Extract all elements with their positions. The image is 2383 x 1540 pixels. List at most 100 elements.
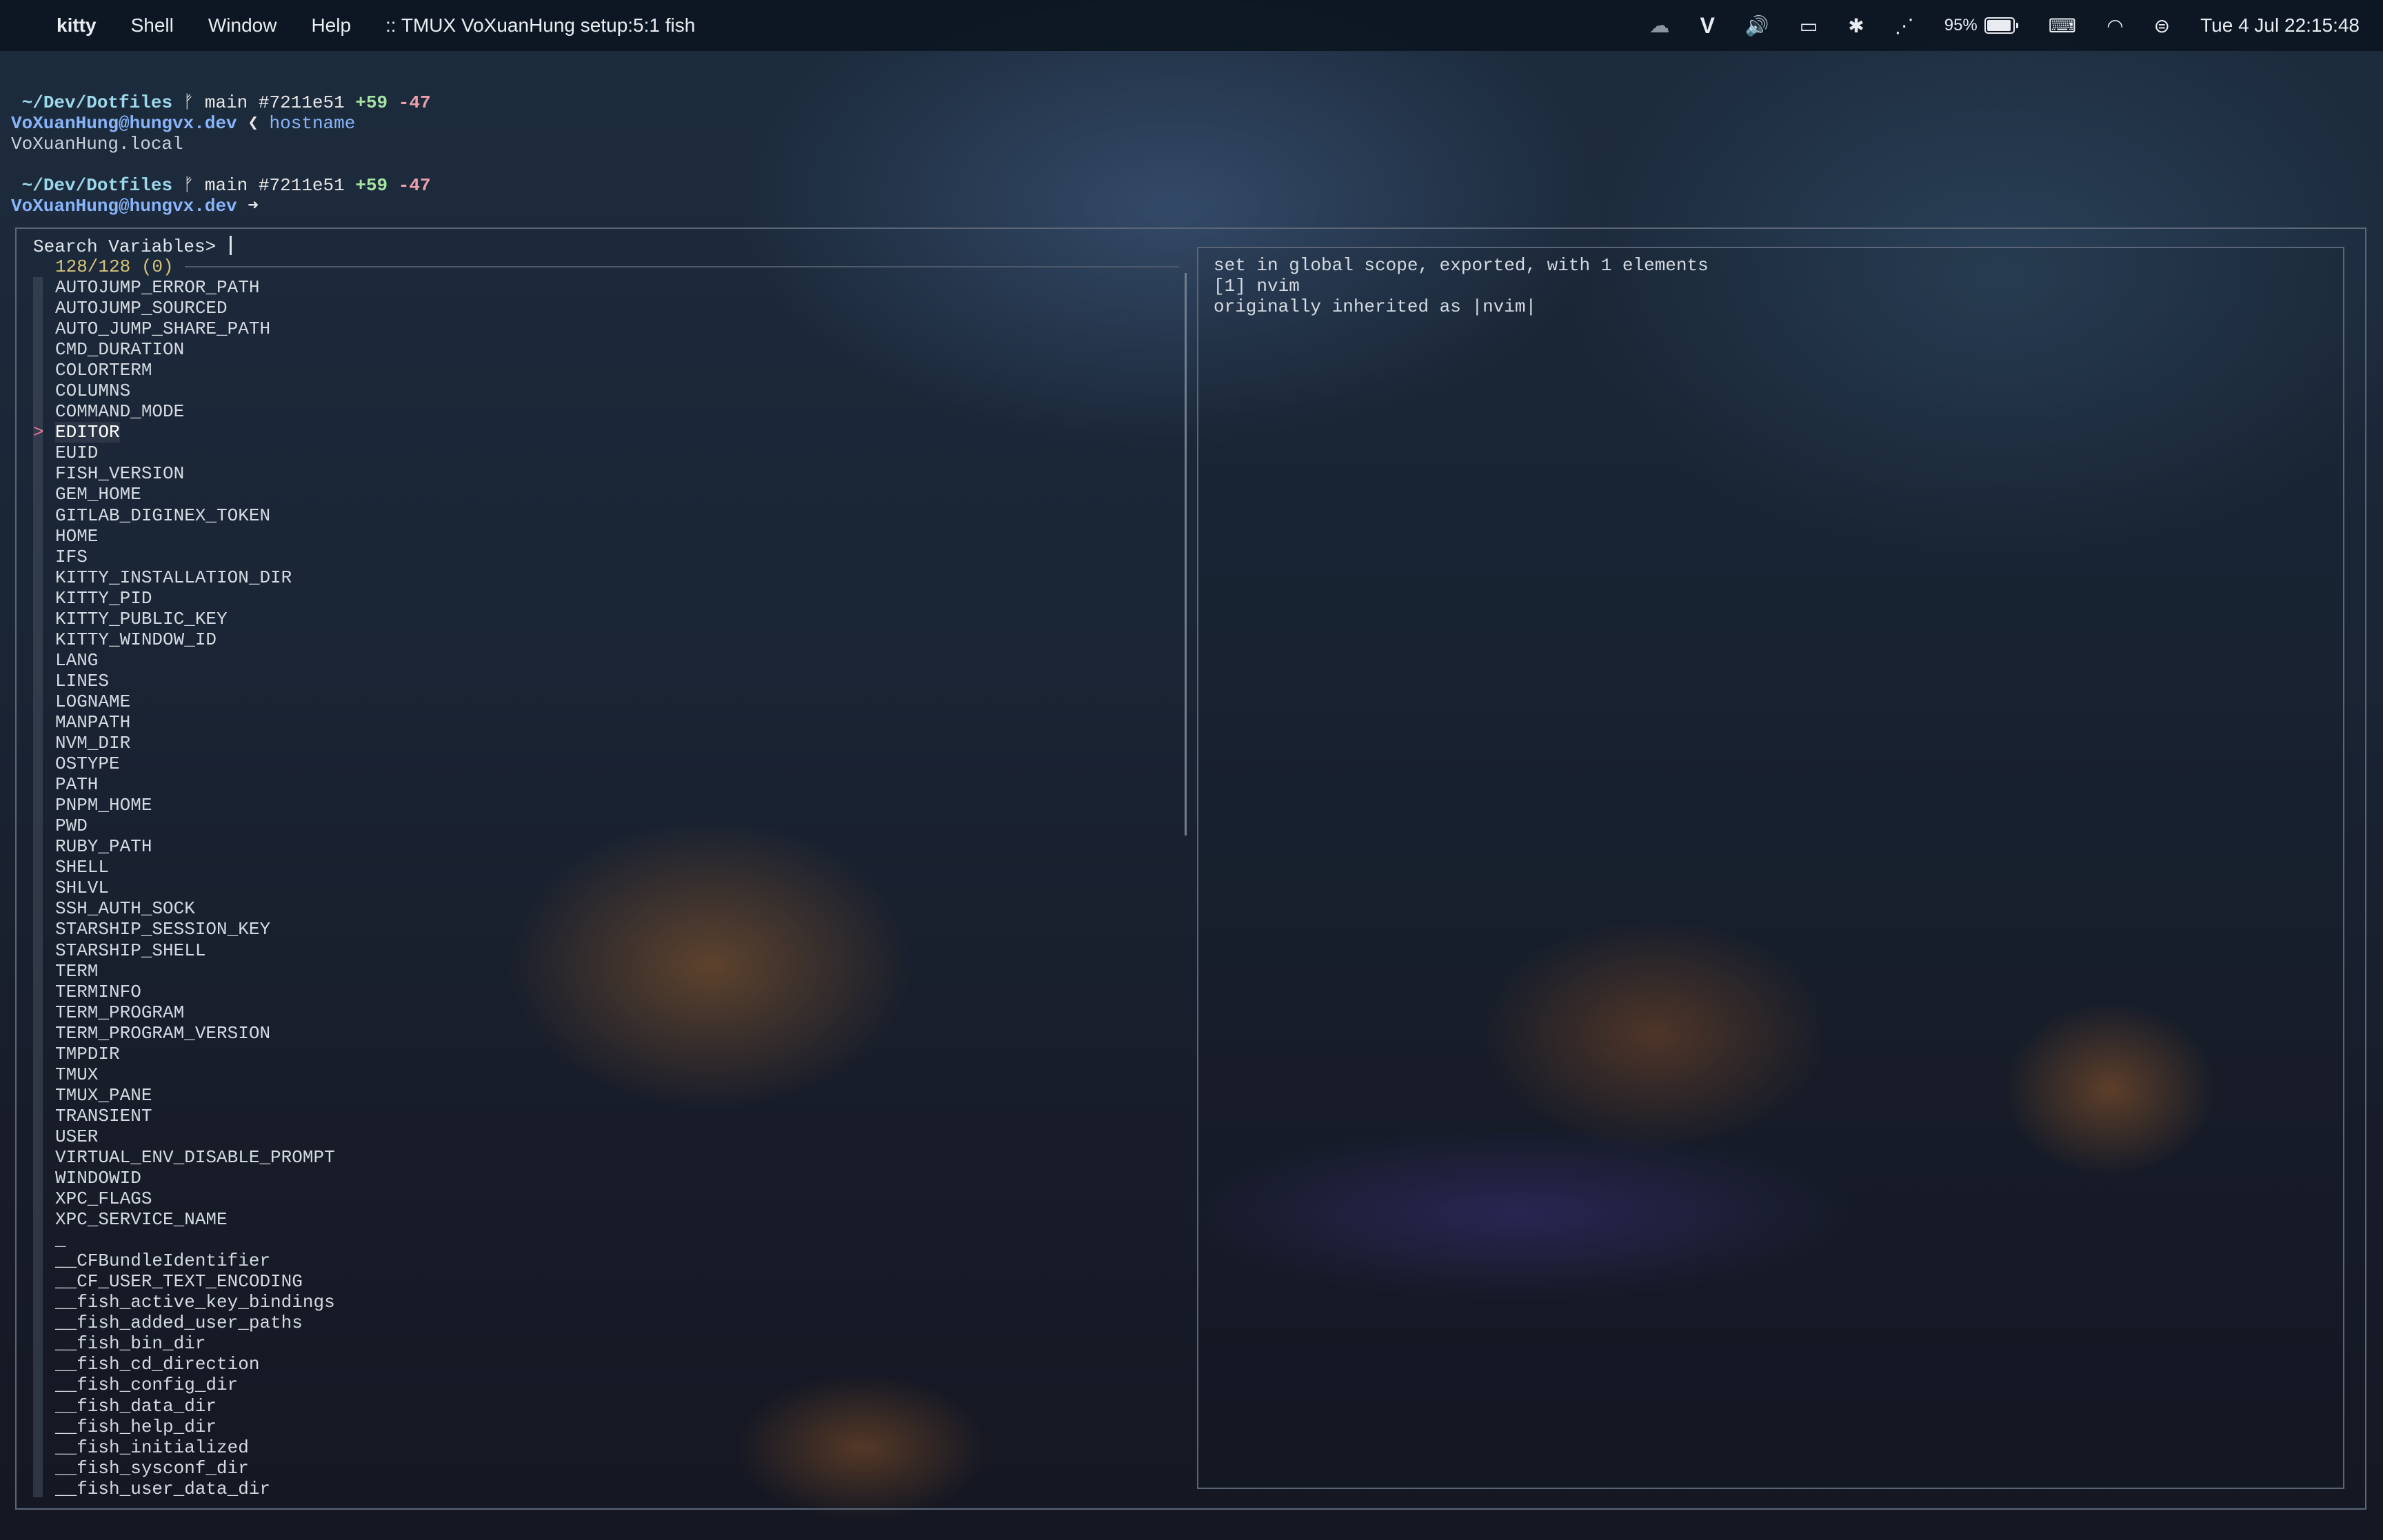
keyboard-icon[interactable]: ⌨	[2049, 14, 2076, 37]
list-item[interactable]: __fish_active_key_bindings	[55, 1292, 335, 1313]
list-item[interactable]: PNPM_HOME	[55, 795, 335, 815]
list-item[interactable]: TERM_PROGRAM	[55, 1002, 335, 1023]
list-item[interactable]: PATH	[55, 774, 335, 795]
list-item[interactable]: LANG	[55, 650, 335, 671]
list-item-label: IFS	[55, 546, 88, 567]
list-item[interactable]: XPC_SERVICE_NAME	[55, 1209, 335, 1230]
list-item[interactable]: LOGNAME	[55, 691, 335, 712]
list-item[interactable]: WINDOWID	[55, 1168, 335, 1188]
list-item[interactable]: __fish_added_user_paths	[55, 1313, 335, 1333]
list-item-selected[interactable]: > EDITOR	[33, 422, 335, 443]
list-item-label: __fish_bin_dir	[55, 1333, 206, 1355]
list-item[interactable]: HOME	[55, 526, 335, 547]
list-item[interactable]: KITTY_PUBLIC_KEY	[55, 609, 335, 629]
list-scrollbar[interactable]	[1185, 273, 1187, 835]
command-output: VoXuanHung.local	[11, 134, 183, 154]
list-item[interactable]: PWD	[55, 815, 335, 836]
list-item[interactable]: GITLAB_DIGINEX_TOKEN	[55, 505, 335, 526]
list-item[interactable]: KITTY_WINDOW_ID	[55, 629, 335, 650]
list-item[interactable]: __CF_USER_TEXT_ENCODING	[55, 1271, 335, 1292]
list-item[interactable]: __fish_data_dir	[55, 1396, 335, 1417]
list-item[interactable]: MANPATH	[55, 712, 335, 733]
list-item[interactable]: __fish_help_dir	[55, 1417, 335, 1437]
list-item-label: LANG	[55, 649, 99, 671]
counter-separator	[184, 266, 1179, 267]
window-title: :: TMUX VoXuanHung setup:5:1 fish	[385, 14, 696, 36]
menu-help[interactable]: Help	[311, 14, 351, 37]
list-item-label: KITTY_INSTALLATION_DIR	[55, 567, 292, 588]
list-item[interactable]: TRANSIENT	[55, 1106, 335, 1126]
battery-status[interactable]: 95%	[1944, 16, 2018, 35]
list-item[interactable]: COLUMNS	[55, 381, 335, 401]
list-item[interactable]: FISH_VERSION	[55, 463, 335, 484]
list-item-label: USER	[55, 1126, 99, 1147]
list-item[interactable]: EUID	[55, 443, 335, 463]
list-item[interactable]: XPC_FLAGS	[55, 1188, 335, 1209]
list-item[interactable]: STARSHIP_SHELL	[55, 940, 335, 961]
list-item[interactable]: __fish_user_data_dir	[55, 1479, 335, 1499]
preview-pane: set in global scope, exported, with 1 el…	[1197, 247, 2344, 1489]
preview-line: originally inherited as |nvim|	[1214, 296, 1537, 317]
list-item[interactable]: SSH_AUTH_SOCK	[55, 898, 335, 919]
list-item[interactable]: LINES	[55, 671, 335, 691]
list-item-label: _	[55, 1230, 66, 1251]
list-item[interactable]: AUTOJUMP_SOURCED	[55, 298, 335, 318]
list-item[interactable]: USER	[55, 1126, 335, 1147]
list-item[interactable]: SHELL	[55, 857, 335, 878]
list-item-label: RUBY_PATH	[55, 836, 152, 858]
wifi-icon[interactable]: ◠	[2107, 14, 2123, 37]
list-item-label: __fish_initialized	[55, 1437, 249, 1458]
list-item-label: __fish_config_dir	[55, 1375, 239, 1396]
list-item-label: TERMINFO	[55, 981, 141, 1002]
list-item[interactable]: _	[55, 1230, 335, 1250]
clock[interactable]: Tue 4 Jul 22:15:48	[2200, 14, 2360, 37]
preview-line: [1] nvim	[1214, 276, 1300, 296]
list-item[interactable]: OSTYPE	[55, 753, 335, 774]
volume-icon[interactable]: 🔊	[1745, 14, 1769, 37]
match-counter: 128/128 (0)	[55, 256, 174, 277]
bluetooth-icon[interactable]: ✱	[1848, 14, 1864, 37]
list-item[interactable]: __CFBundleIdentifier	[55, 1250, 335, 1271]
display-icon[interactable]: ▭	[1800, 14, 1818, 37]
list-item[interactable]: IFS	[55, 547, 335, 567]
list-item[interactable]: TMUX	[55, 1064, 335, 1085]
v-app-icon[interactable]: V	[1700, 13, 1715, 39]
list-item[interactable]: TERMINFO	[55, 982, 335, 1002]
search-input[interactable]: Search Variables>	[33, 236, 232, 257]
list-item[interactable]: GEM_HOME	[55, 484, 335, 505]
git-branch-icon: ᚠ	[183, 175, 194, 196]
prompt-user: VoXuanHung@hungvx.dev	[11, 196, 237, 216]
menu-window[interactable]: Window	[208, 14, 277, 37]
list-item[interactable]: __fish_sysconf_dir	[55, 1458, 335, 1479]
control-center-icon[interactable]: ⊜	[2154, 14, 2170, 37]
list-item[interactable]: TMUX_PANE	[55, 1085, 335, 1106]
list-item[interactable]: NVM_DIR	[55, 733, 335, 753]
list-item[interactable]: AUTO_JUMP_SHARE_PATH	[55, 318, 335, 339]
list-item[interactable]: __fish_cd_direction	[55, 1354, 335, 1375]
list-item[interactable]: KITTY_PID	[55, 588, 335, 609]
list-item[interactable]: TERM_PROGRAM_VERSION	[55, 1023, 335, 1044]
app-menu-kitty[interactable]: kitty	[57, 14, 97, 37]
list-item[interactable]: __fish_bin_dir	[55, 1333, 335, 1354]
menu-shell[interactable]: Shell	[131, 14, 174, 37]
list-item[interactable]: CMD_DURATION	[55, 339, 335, 360]
list-item-label: KITTY_WINDOW_ID	[55, 629, 217, 650]
list-item-label: STARSHIP_SESSION_KEY	[55, 919, 271, 940]
variable-list[interactable]: AUTOJUMP_ERROR_PATH AUTOJUMP_SOURCED AUTO_…	[33, 277, 335, 1499]
list-item[interactable]: RUBY_PATH	[55, 836, 335, 857]
cloud-icon[interactable]: ☁	[1649, 14, 1670, 38]
list-item[interactable]: AUTOJUMP_ERROR_PATH	[55, 277, 335, 298]
list-item[interactable]: __fish_config_dir	[55, 1375, 335, 1395]
list-item[interactable]: TERM	[55, 961, 335, 982]
list-item[interactable]: COMMAND_MODE	[55, 401, 335, 422]
list-item[interactable]: STARSHIP_SESSION_KEY	[55, 919, 335, 940]
dots-icon[interactable]: ⋰	[1895, 14, 1914, 37]
list-item[interactable]: SHLVL	[55, 878, 335, 898]
list-item[interactable]: VIRTUAL_ENV_DISABLE_PROMPT	[55, 1147, 335, 1168]
list-item[interactable]: COLORTERM	[55, 360, 335, 381]
list-item[interactable]: TMPDIR	[55, 1044, 335, 1064]
git-commit-hash: #7211e51	[258, 175, 345, 196]
list-item[interactable]: KITTY_INSTALLATION_DIR	[55, 567, 335, 588]
prompt-line-4: VoXuanHung@hungvx.dev ➜	[11, 196, 259, 216]
list-item[interactable]: __fish_initialized	[55, 1437, 335, 1458]
